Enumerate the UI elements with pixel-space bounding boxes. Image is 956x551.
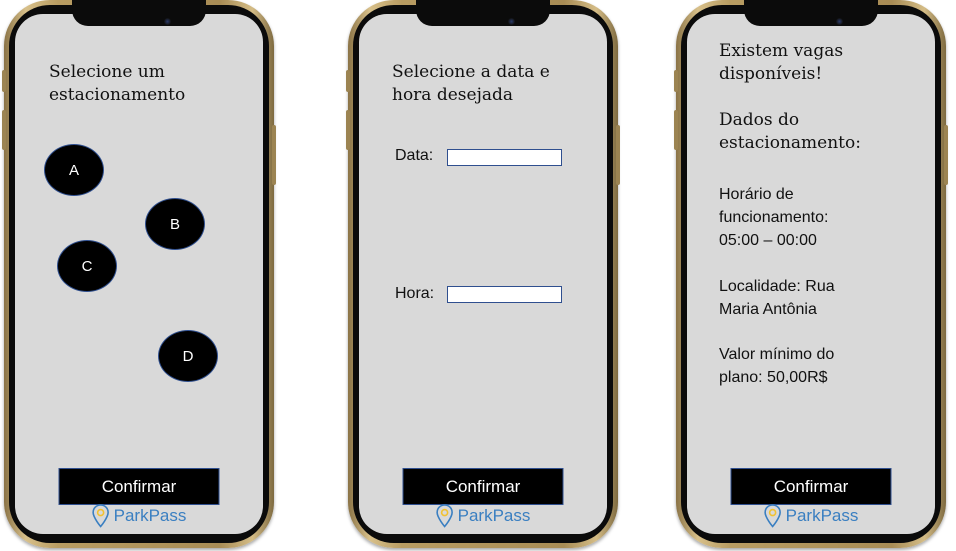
phone-select-datetime: Selecione a data e hora desejada Data: H…: [346, 0, 620, 548]
parkpass-logo: ParkPass: [436, 504, 531, 528]
camera-icon: [164, 18, 171, 25]
location-pin-icon: [436, 504, 453, 528]
side-button: [2, 110, 6, 150]
brand-name: ParkPass: [457, 506, 531, 525]
date-input[interactable]: [447, 149, 562, 166]
side-button: [272, 125, 276, 185]
availability-heading: Existem vagas disponíveis!: [719, 41, 844, 84]
side-button: [346, 110, 350, 150]
side-button: [346, 70, 350, 92]
confirm-button[interactable]: Confirmar: [58, 468, 220, 505]
parking-option-d[interactable]: D: [158, 330, 218, 382]
parkpass-logo: ParkPass: [764, 504, 859, 528]
time-label: Hora:: [395, 285, 435, 302]
brand-name: ParkPass: [785, 506, 859, 525]
confirm-button[interactable]: Confirmar: [730, 468, 892, 505]
screen-title: Selecione a data e hora desejada: [392, 62, 550, 105]
location-pin-icon: [92, 504, 109, 528]
side-button: [674, 110, 678, 150]
phone-screen: Selecione um estacionamento A B C D Conf…: [15, 14, 263, 534]
date-label: Data:: [395, 147, 434, 164]
confirm-button[interactable]: Confirmar: [402, 468, 564, 505]
side-button: [2, 70, 6, 92]
phone-notch: [72, 0, 206, 26]
side-button: [944, 125, 948, 185]
screen-title: Selecione um estacionamento: [49, 62, 186, 105]
parking-option-b[interactable]: B: [145, 198, 205, 250]
side-button: [674, 70, 678, 92]
parking-option-a[interactable]: A: [44, 144, 104, 196]
parkpass-logo: ParkPass: [92, 504, 187, 528]
phone-parking-details: Existem vagas disponíveis! Dados do esta…: [674, 0, 948, 548]
details-heading: Dados do estacionamento:: [719, 110, 861, 153]
time-input[interactable]: [447, 286, 562, 303]
minimum-price: Valor mínimo do plano: 50,00R$: [719, 346, 835, 386]
phone-notch: [416, 0, 550, 26]
brand-name: ParkPass: [113, 506, 187, 525]
phone-screen: Selecione a data e hora desejada Data: H…: [359, 14, 607, 534]
opening-hours: Horário de funcionamento: 05:00 – 00:00: [719, 186, 829, 249]
side-button: [616, 125, 620, 185]
location-text: Localidade: Rua Maria Antônia: [719, 278, 835, 318]
phone-notch: [744, 0, 878, 26]
phone-screen: Existem vagas disponíveis! Dados do esta…: [687, 14, 935, 534]
camera-icon: [836, 18, 843, 25]
camera-icon: [508, 18, 515, 25]
parking-option-c[interactable]: C: [57, 240, 117, 292]
phone-select-parking: Selecione um estacionamento A B C D Conf…: [2, 0, 276, 548]
location-pin-icon: [764, 504, 781, 528]
